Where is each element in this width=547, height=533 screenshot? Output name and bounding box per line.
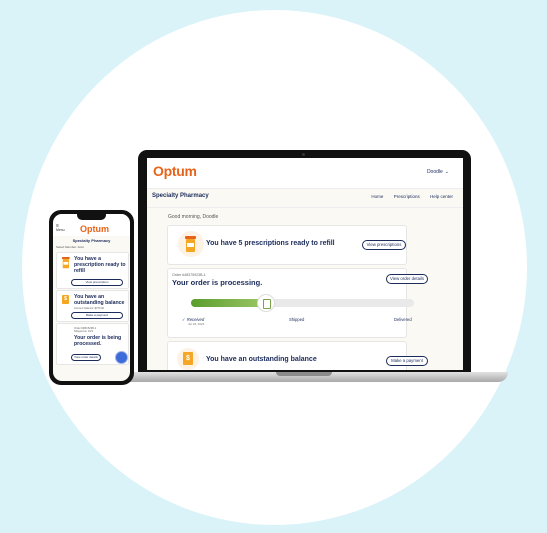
order-card: Order #48375923B-1 Your order is process… xyxy=(167,268,428,338)
view-prescriptions-button[interactable]: View prescriptions xyxy=(362,240,406,250)
sub-navigation: Specialty Pharmacy Home Prescriptions He… xyxy=(147,189,463,208)
optum-logo[interactable]: Optum xyxy=(153,163,197,179)
order-sub: Shipped on 1/23 xyxy=(74,330,93,333)
balance-card: $ You have an outstanding balance Make a… xyxy=(167,341,428,370)
order-progress-bar xyxy=(191,294,414,312)
nav-prescriptions[interactable]: Prescriptions xyxy=(394,194,420,199)
optum-logo[interactable]: Optum xyxy=(80,224,109,234)
nav-links: Home Prescriptions Help center xyxy=(362,194,453,199)
progress-knob xyxy=(256,294,275,312)
check-icon: ✓ xyxy=(182,317,186,322)
refill-title: You have 5 prescriptions ready to refill xyxy=(206,240,335,247)
refill-card: You have a prescription ready to refill … xyxy=(56,252,129,289)
order-status-title: Your order is processing. xyxy=(172,278,263,287)
chevron-down-icon: ⌄ xyxy=(444,169,449,175)
progress-fill xyxy=(191,299,265,307)
greeting: Good morning, Doodle xyxy=(168,214,219,220)
phone-notch xyxy=(77,214,106,220)
view-order-details-button[interactable]: View order details xyxy=(386,274,428,284)
pill-bottle-icon xyxy=(62,257,70,269)
dollar-icon: $ xyxy=(183,352,193,365)
clipboard-icon xyxy=(262,299,271,309)
order-status-title: Your order is being processed. xyxy=(74,335,122,347)
chat-fab-icon[interactable] xyxy=(115,351,128,364)
step-received-date: Jul 18, 2023 xyxy=(188,322,205,326)
nav-help-center[interactable]: Help center xyxy=(430,194,453,199)
step-shipped: Shipped xyxy=(289,317,305,322)
view-order-details-button[interactable]: View order details xyxy=(71,354,101,361)
member-selector[interactable]: Select Member: Ariel xyxy=(56,245,84,249)
balance-amount: Account balance: $379.00 xyxy=(74,307,104,310)
dollar-icon: $ xyxy=(62,295,69,304)
pill-bottle-icon xyxy=(185,236,196,252)
refill-card: You have 5 prescriptions ready to refill… xyxy=(167,225,407,265)
refill-title: You have a prescription ready to refill xyxy=(74,256,126,274)
laptop-header: Optum Doodle ⌄ xyxy=(147,158,463,189)
nav-home[interactable]: Home xyxy=(371,194,383,199)
laptop-camera xyxy=(302,153,305,156)
brand-title: Specialty Pharmacy xyxy=(152,193,209,199)
menu-label: Menu xyxy=(56,228,65,232)
brand-title: Specialty Pharmacy xyxy=(72,238,111,243)
menu-button[interactable]: ≡ Menu xyxy=(56,224,65,233)
balance-title: You have an outstanding balance xyxy=(74,294,125,306)
phone-screen: ≡ Menu Optum Specialty Pharmacy Select M… xyxy=(53,214,130,381)
dashboard-body: Good morning, Doodle You have 5 prescrip… xyxy=(147,208,463,370)
view-prescription-button[interactable]: View prescription xyxy=(71,279,123,286)
step-delivered: Delivered xyxy=(394,317,412,322)
user-menu[interactable]: Doodle ⌄ xyxy=(427,169,449,175)
laptop-screen: Optum Doodle ⌄ Specialty Pharmacy Home Pr… xyxy=(147,158,463,370)
make-payment-button[interactable]: Make a payment xyxy=(386,356,428,366)
make-payment-button[interactable]: Make a payment xyxy=(71,312,123,319)
step-received: ✓ Received Jul 18, 2023 xyxy=(182,317,204,326)
order-number: Order #48375923B-1 xyxy=(172,273,206,277)
balance-title: You have an outstanding balance xyxy=(206,356,317,363)
user-menu-label: Doodle xyxy=(426,169,443,175)
balance-card: $ You have an outstanding balance Accoun… xyxy=(56,290,129,322)
laptop-hinge-notch xyxy=(276,372,332,376)
